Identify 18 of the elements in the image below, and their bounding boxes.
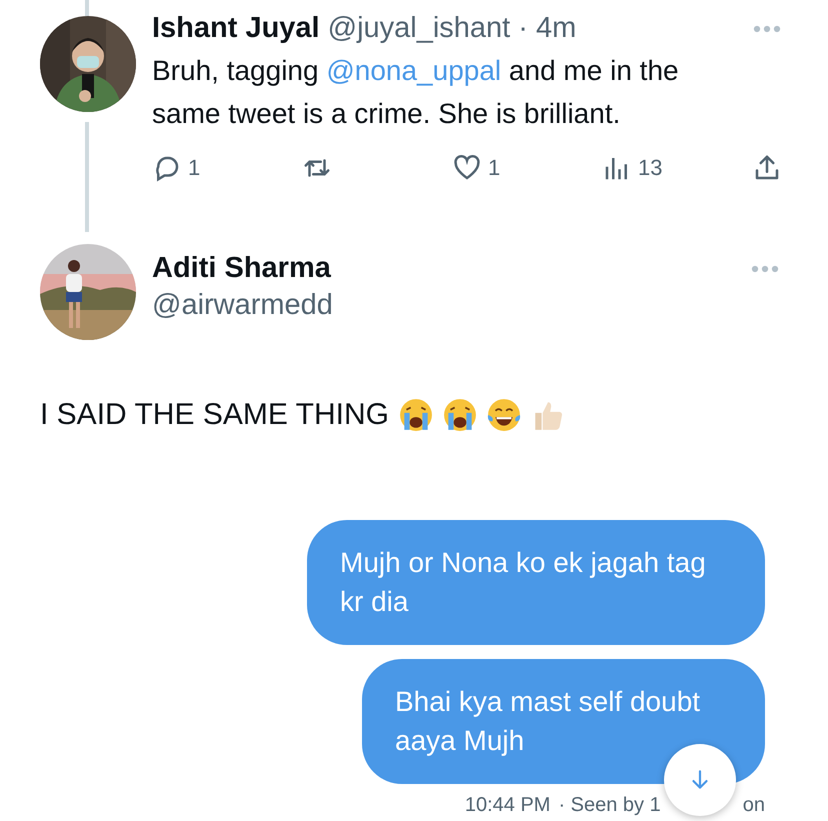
seen-status: · Seen by 1 [558, 794, 661, 817]
tweet-text: I SAID THE SAME THING [40, 398, 389, 432]
action-count: 13 [638, 155, 662, 181]
crying-face-icon [442, 398, 477, 432]
author-handle[interactable]: @airwarmedd [152, 289, 780, 322]
tweet-text: Bruh, tagging @nona_uppal and me in the same tweet is a crime. She is brilliant. [152, 54, 680, 131]
seen-status: on [742, 794, 765, 817]
crying-face-icon [398, 398, 433, 432]
action-count: 1 [188, 155, 200, 181]
message-bubble: Bhai kya mast self doubt aaya Mujh [362, 659, 765, 784]
author-name[interactable]: Aditi Sharma [152, 252, 331, 285]
tweet-time: · 4m [518, 12, 576, 45]
message-bubble: Mujh or Nona ko ek jagah tag kr dia [307, 520, 765, 645]
author-name[interactable]: Ishant Juyal [152, 12, 320, 45]
author-handle[interactable]: @juyal_ishant [328, 12, 510, 45]
action-count: 1 [488, 155, 500, 181]
message-time: 10:44 PM [464, 794, 550, 817]
laughing-face-icon [486, 398, 521, 432]
